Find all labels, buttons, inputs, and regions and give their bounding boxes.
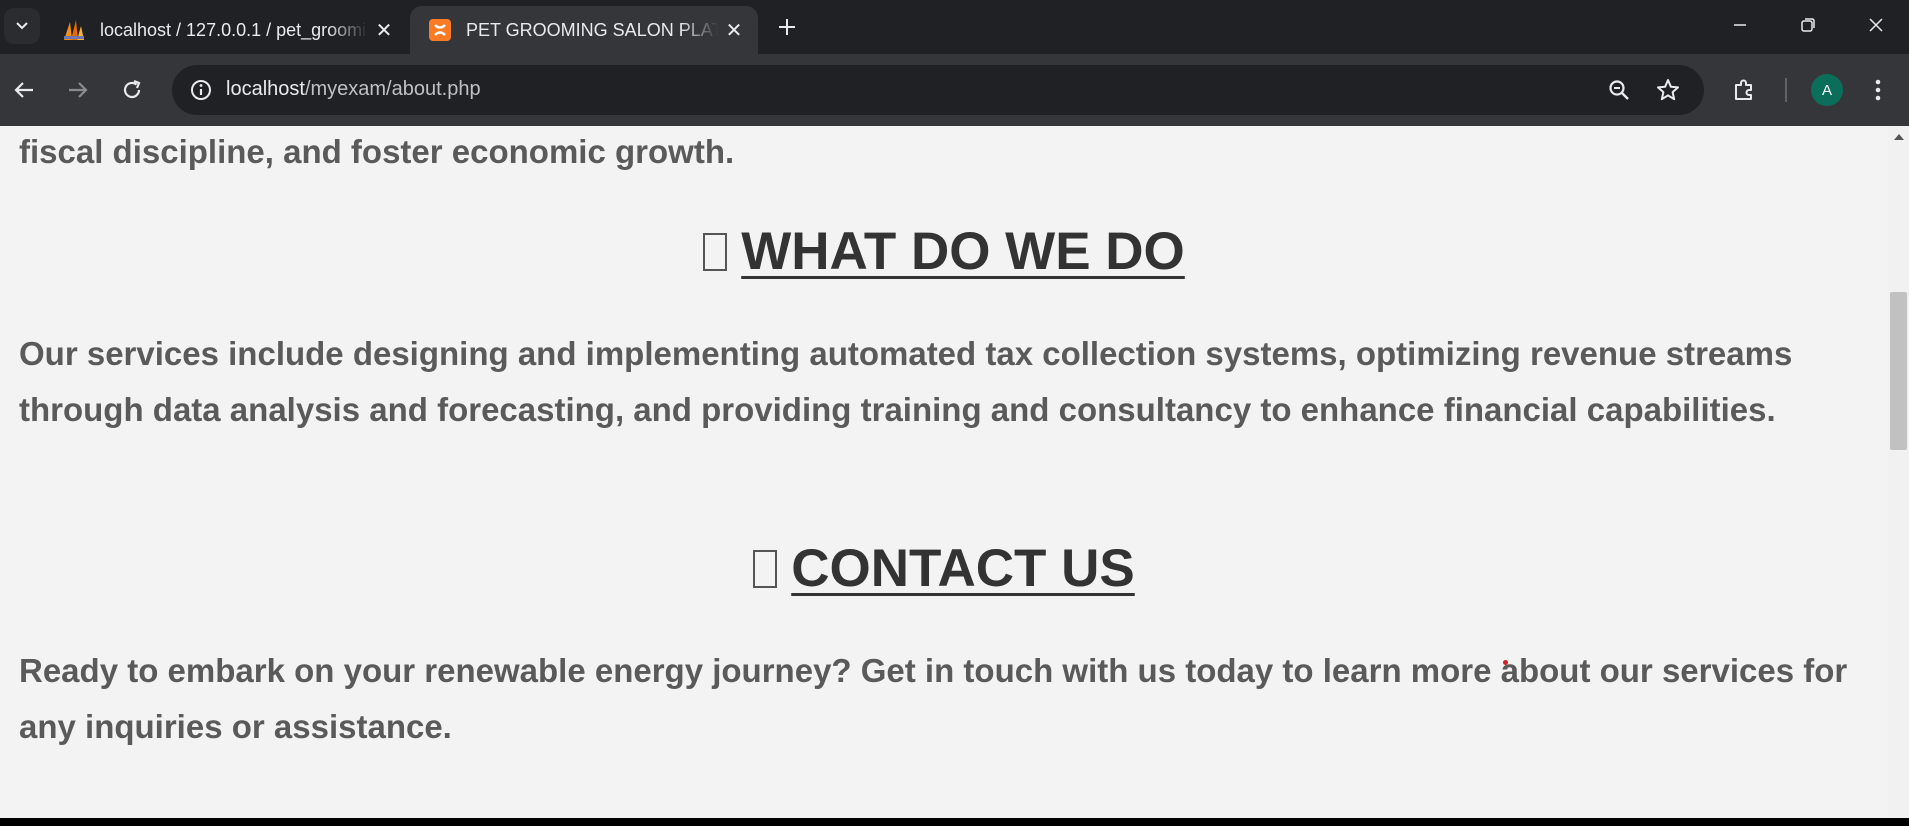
taskbar-edge — [0, 818, 1909, 826]
puzzle-icon — [1735, 79, 1752, 100]
arrow-left-icon — [14, 82, 33, 98]
zoom-icon[interactable] — [1604, 75, 1634, 105]
new-tab-button[interactable] — [770, 10, 804, 44]
close-icon[interactable]: ✕ — [718, 14, 750, 46]
toolbar-divider — [1785, 78, 1787, 102]
close-window-button[interactable] — [1842, 0, 1909, 50]
tab-phpmyadmin[interactable]: localhost / 127.0.0.1 / pet_grooming ✕ — [44, 6, 408, 54]
forward-button[interactable] — [58, 70, 98, 110]
url-host: localhost — [226, 78, 305, 100]
arrow-right-icon — [69, 82, 88, 98]
section-heading-contact-us: CONTACT US — [0, 537, 1888, 601]
heading-text: CONTACT US — [791, 539, 1135, 598]
url-text[interactable]: localhost/myexam/about.php — [226, 78, 481, 101]
minimize-icon — [1734, 24, 1746, 26]
profile-avatar[interactable]: A — [1811, 74, 1843, 106]
missing-glyph-icon — [703, 233, 728, 271]
site-info-icon[interactable] — [186, 75, 216, 105]
section-heading-what-we-do: WHAT DO WE DO — [0, 220, 1888, 284]
what-we-do-paragraph: Our services include designing and imple… — [19, 335, 1793, 428]
intro-paragraph-tail: fiscal discipline, and foster economic g… — [19, 133, 735, 170]
scrollbar-thumb[interactable] — [1890, 292, 1907, 450]
restore-button[interactable] — [1774, 0, 1842, 50]
extensions-button[interactable] — [1724, 70, 1764, 110]
url-path: /myexam/about.php — [304, 78, 481, 100]
chevron-down-icon — [16, 22, 28, 30]
phpmyadmin-icon — [62, 18, 86, 42]
tab-search-button[interactable] — [4, 8, 40, 44]
heading-underline: WHAT DO WE DO — [703, 222, 1185, 281]
page-scrollbar[interactable] — [1888, 126, 1909, 818]
missing-glyph-icon — [753, 550, 778, 588]
heading-underline: CONTACT US — [753, 539, 1135, 598]
menu-dots-icon[interactable] — [1862, 72, 1894, 108]
tab-strip: localhost / 127.0.0.1 / pet_grooming ✕ P… — [0, 0, 1909, 54]
xampp-icon — [428, 18, 452, 42]
tab-title: localhost / 127.0.0.1 / pet_grooming — [100, 19, 368, 40]
bookmark-star-icon[interactable] — [1653, 75, 1683, 105]
tab-title: PET GROOMING SALON PLATFORM — [466, 19, 718, 40]
close-icon — [1869, 18, 1883, 32]
close-icon[interactable]: ✕ — [368, 14, 400, 46]
minimize-button[interactable] — [1706, 0, 1774, 50]
page-content: fiscal discipline, and foster economic g… — [0, 126, 1888, 818]
plus-icon — [779, 19, 795, 35]
reload-icon — [123, 79, 141, 99]
heading-text: WHAT DO WE DO — [741, 222, 1185, 281]
contact-paragraph: Ready to embark on your renewable energy… — [19, 652, 1848, 745]
restore-icon — [1801, 18, 1815, 32]
back-button[interactable] — [4, 70, 44, 110]
reload-button[interactable] — [112, 70, 152, 110]
address-bar[interactable]: localhost/myexam/about.php — [172, 65, 1704, 115]
tab-pet-grooming[interactable]: PET GROOMING SALON PLATFORM ✕ — [410, 6, 758, 54]
scroll-up-arrow-icon[interactable] — [1894, 134, 1904, 140]
mouse-cursor-marker — [1503, 660, 1508, 665]
browser-toolbar: localhost/myexam/about.php A — [0, 54, 1909, 126]
